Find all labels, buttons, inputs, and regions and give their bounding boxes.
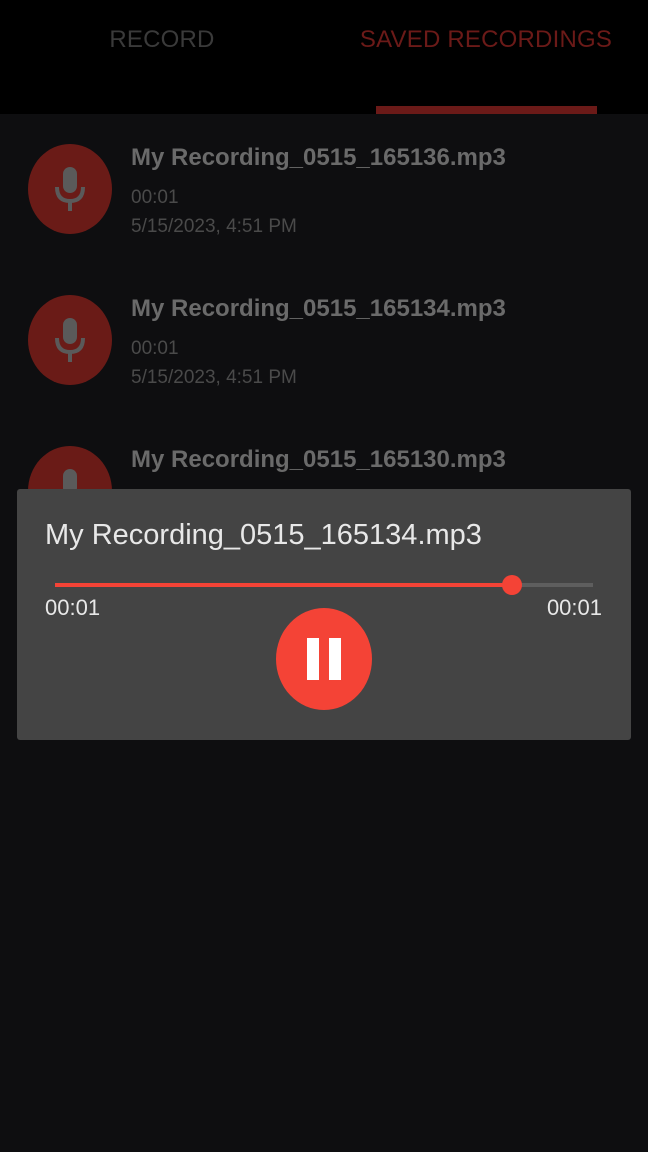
recording-name: My Recording_0515_165130.mp3 [131, 446, 506, 473]
tab-record[interactable]: RECORD [0, 0, 324, 114]
seek-bar[interactable] [55, 575, 593, 595]
player-title: My Recording_0515_165134.mp3 [45, 519, 482, 551]
pause-icon [302, 638, 346, 680]
recording-duration: 00:01 [131, 187, 179, 208]
tab-bar: RECORD SAVED RECORDINGS [0, 0, 648, 114]
list-item[interactable]: My Recording_0515_165136.mp3 00:01 5/15/… [0, 114, 648, 265]
microphone-icon [28, 144, 112, 234]
screen: RECORD SAVED RECORDINGS My Recording_051… [0, 0, 648, 1152]
elapsed-time: 00:01 [45, 595, 101, 620]
seek-thumb[interactable] [502, 575, 522, 595]
playback-dialog: My Recording_0515_165134.mp3 00:01 00:01 [17, 489, 631, 740]
recording-duration: 00:01 [131, 338, 179, 359]
recording-name: My Recording_0515_165134.mp3 [131, 295, 506, 322]
list-item[interactable]: My Recording_0515_165134.mp3 00:01 5/15/… [0, 265, 648, 416]
microphone-icon [28, 295, 112, 385]
tab-saved-recordings-label: SAVED RECORDINGS [359, 26, 613, 53]
tab-record-label: RECORD [109, 26, 215, 53]
recording-date: 5/15/2023, 4:51 PM [131, 367, 297, 388]
tab-active-indicator [376, 106, 597, 114]
recording-date: 5/15/2023, 4:51 PM [131, 216, 297, 237]
total-time: 00:01 [546, 595, 602, 620]
recording-name: My Recording_0515_165136.mp3 [131, 144, 506, 171]
seek-progress [55, 583, 512, 587]
pause-button[interactable] [276, 608, 372, 710]
tab-saved-recordings[interactable]: SAVED RECORDINGS [324, 0, 648, 114]
